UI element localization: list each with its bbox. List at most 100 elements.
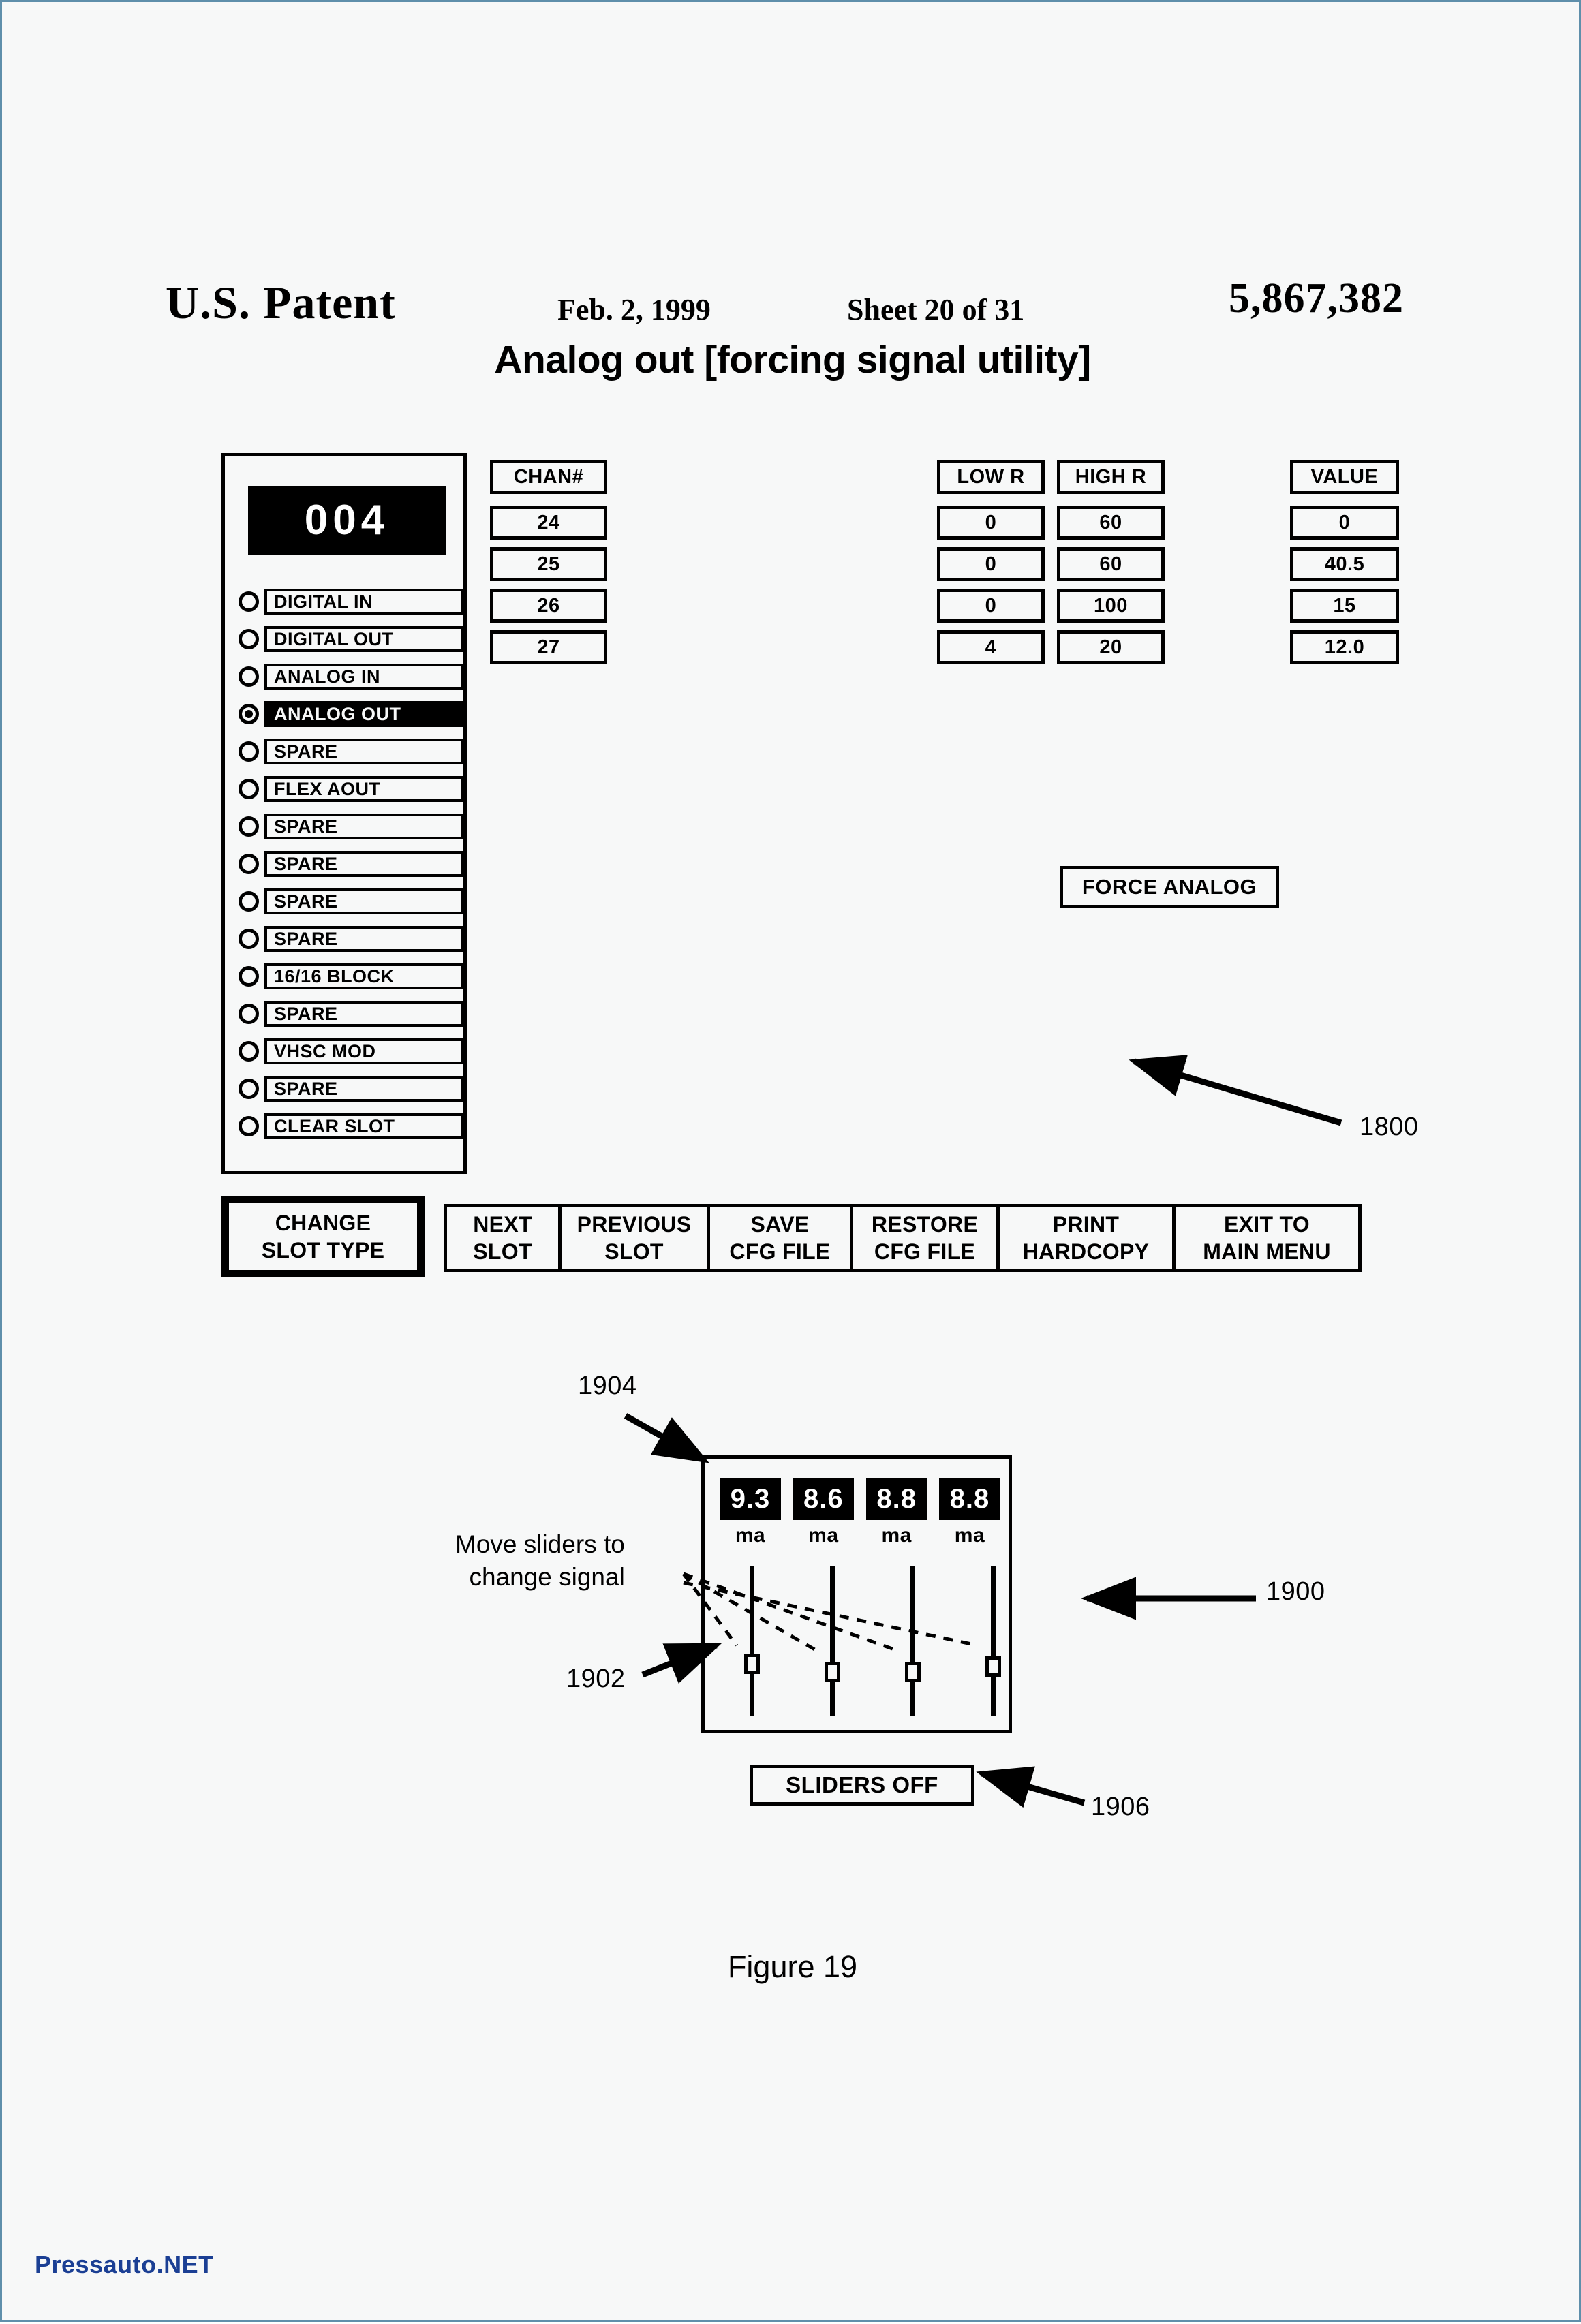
figure-caption: Figure 19	[727, 1949, 858, 1984]
slot-type-row[interactable]: VHSC MOD	[239, 1032, 463, 1070]
radio-button-icon[interactable]	[239, 628, 259, 649]
slot-type-row[interactable]: CLEAR SLOT	[239, 1107, 463, 1145]
column-header: VALUE	[1290, 460, 1399, 494]
column-header: HIGH R	[1057, 460, 1165, 494]
restore-cfg-line1: RESTORE	[871, 1212, 979, 1237]
previous-slot-line2: SLOT	[604, 1239, 664, 1264]
slider-track[interactable]	[750, 1566, 754, 1716]
slider-track[interactable]	[910, 1566, 915, 1716]
slot-type-row[interactable]: SPARE	[239, 920, 463, 957]
reference-1904: 1904	[578, 1372, 637, 1400]
slot-type-label: SPARE	[264, 738, 463, 764]
slot-type-row[interactable]: SPARE	[239, 845, 463, 882]
radio-button-icon[interactable]	[239, 816, 259, 837]
move-sliders-note-line2: change signal	[469, 1563, 625, 1591]
exit-line2: MAIN MENU	[1203, 1239, 1331, 1264]
table-cell[interactable]: 26	[490, 589, 607, 623]
previous-slot-button[interactable]: PREVIOUS SLOT	[562, 1207, 710, 1269]
slot-type-row[interactable]: ANALOG IN	[239, 657, 463, 695]
radio-button-icon[interactable]	[239, 591, 259, 612]
next-slot-button[interactable]: NEXT SLOT	[447, 1207, 562, 1269]
change-slot-type-button[interactable]: CHANGE SLOT TYPE	[221, 1196, 425, 1277]
channel-unit-label: ma	[881, 1524, 912, 1547]
table-cell[interactable]: 60	[1057, 547, 1165, 581]
slot-type-label: SPARE	[264, 925, 463, 952]
radio-button-icon[interactable]	[239, 1115, 259, 1136]
slider-track[interactable]	[991, 1566, 996, 1716]
slot-type-row[interactable]: 16/16 BLOCK	[239, 957, 463, 995]
radio-button-icon[interactable]	[239, 890, 259, 912]
print-hardcopy-line1: PRINT	[1052, 1212, 1120, 1237]
slider-track-area	[720, 1566, 1001, 1716]
slot-type-row[interactable]: SPARE	[239, 882, 463, 920]
move-sliders-note-line1: Move sliders to	[455, 1530, 625, 1558]
table-cell[interactable]: 40.5	[1290, 547, 1399, 581]
site-watermark: Pressauto.NET	[35, 2250, 214, 2278]
slider-handle[interactable]	[985, 1656, 1001, 1677]
column-header: CHAN#	[490, 460, 607, 494]
slot-type-row[interactable]: DIGITAL IN	[239, 583, 463, 620]
next-slot-line1: NEXT	[473, 1212, 532, 1237]
slider-handle[interactable]	[905, 1662, 921, 1682]
change-slot-type-line2: SLOT TYPE	[261, 1238, 385, 1262]
table-cell[interactable]: 0	[937, 547, 1045, 581]
slot-type-row[interactable]: SPARE	[239, 1070, 463, 1107]
radio-button-icon[interactable]	[239, 1078, 259, 1099]
restore-cfg-file-button[interactable]: RESTORE CFG FILE	[853, 1207, 1000, 1269]
slot-type-label: DIGITAL IN	[264, 588, 463, 615]
table-cell[interactable]: 0	[937, 506, 1045, 540]
channel-value-display: 8.8	[938, 1478, 1000, 1520]
table-cell[interactable]: 4	[937, 630, 1045, 664]
table-cell[interactable]: 24	[490, 506, 607, 540]
patent-page: U.S. Patent Feb. 2, 1999 Sheet 20 of 31 …	[0, 0, 1581, 2322]
channel-value-display: 9.3	[720, 1478, 781, 1520]
patent-date: Feb. 2, 1999	[557, 293, 711, 326]
slot-type-panel: 004 DIGITAL IN DIGITAL OUT ANALOG IN ANALOG…	[221, 453, 467, 1174]
slot-type-row[interactable]: DIGITAL OUT	[239, 620, 463, 657]
slider-track[interactable]	[830, 1566, 835, 1716]
table-cell[interactable]: 60	[1057, 506, 1165, 540]
slot-type-row[interactable]: SPARE	[239, 732, 463, 770]
slot-type-row[interactable]: SPARE	[239, 995, 463, 1032]
restore-cfg-line2: CFG FILE	[874, 1239, 976, 1264]
force-analog-button[interactable]: FORCE ANALOG	[1060, 866, 1279, 908]
slot-type-label: SPARE	[264, 1000, 463, 1027]
slot-type-label: DIGITAL OUT	[264, 625, 463, 652]
table-cell[interactable]: 27	[490, 630, 607, 664]
table-cell[interactable]: 0	[1290, 506, 1399, 540]
chan-column: CHAN# 24 25 26 27	[490, 460, 607, 672]
lcd-row: 9.3 8.6 8.8 8.8	[720, 1478, 1000, 1520]
sliders-off-button[interactable]: SLIDERS OFF	[750, 1765, 974, 1806]
table-cell[interactable]: 100	[1057, 589, 1165, 623]
table-cell[interactable]: 25	[490, 547, 607, 581]
radio-button-icon[interactable]	[239, 965, 259, 987]
exit-to-main-menu-button[interactable]: EXIT TO MAIN MENU	[1176, 1207, 1358, 1269]
patent-header: U.S. Patent Feb. 2, 1999 Sheet 20 of 31 …	[2, 138, 1581, 328]
table-cell[interactable]: 20	[1057, 630, 1165, 664]
save-cfg-file-button[interactable]: SAVE CFG FILE	[710, 1207, 853, 1269]
patent-sheet-label: Sheet 20 of 31	[847, 293, 1025, 326]
table-cell[interactable]: 12.0	[1290, 630, 1399, 664]
slot-type-row[interactable]: ANALOG OUT	[239, 695, 463, 732]
slot-type-label: 16/16 BLOCK	[264, 963, 463, 989]
radio-button-icon[interactable]	[239, 741, 259, 762]
radio-button-icon[interactable]	[239, 778, 259, 799]
change-slot-type-line1: CHANGE	[275, 1211, 371, 1235]
leader-1800	[1129, 1055, 1342, 1126]
radio-button-icon[interactable]	[239, 1040, 259, 1062]
table-cell[interactable]: 15	[1290, 589, 1399, 623]
radio-button-icon[interactable]	[239, 703, 259, 724]
print-hardcopy-button[interactable]: PRINT HARDCOPY	[1000, 1207, 1176, 1269]
radio-button-icon[interactable]	[239, 853, 259, 874]
move-sliders-note: Move sliders to change signal	[455, 1528, 625, 1594]
reference-1906: 1906	[1091, 1793, 1150, 1821]
radio-button-icon[interactable]	[239, 666, 259, 687]
slider-handle[interactable]	[744, 1654, 760, 1674]
slider-panel: 9.3 8.6 8.8 8.8 ma ma ma ma	[701, 1455, 1012, 1733]
table-cell[interactable]: 0	[937, 589, 1045, 623]
radio-button-icon[interactable]	[239, 1003, 259, 1024]
slider-handle[interactable]	[825, 1662, 840, 1682]
radio-button-icon[interactable]	[239, 928, 259, 949]
slot-type-row[interactable]: FLEX AOUT	[239, 770, 463, 807]
slot-type-row[interactable]: SPARE	[239, 807, 463, 845]
